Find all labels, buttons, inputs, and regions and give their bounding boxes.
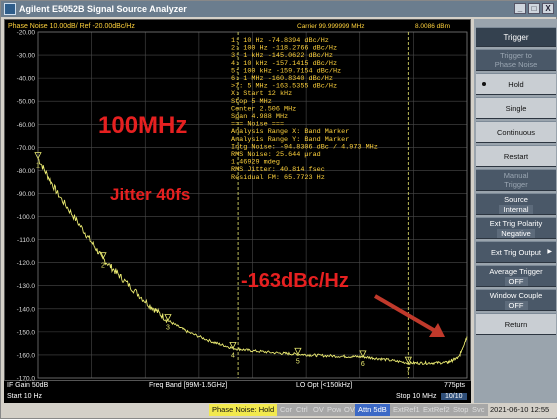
window-title: Agilent E5052B Signal Source Analyzer	[19, 4, 187, 14]
marker-readout-line: Residual FM: 65.7723 Hz	[231, 174, 325, 182]
svc-status: Svc	[469, 404, 488, 416]
softkey-menu: Trigger Trigger to Phase Noise Hold Sing…	[474, 19, 557, 403]
single-button[interactable]: Single	[476, 97, 556, 119]
marker-label: 7	[406, 367, 410, 374]
carrier-label: Carrier 99.999999 MHz	[297, 23, 365, 30]
extref1-status: ExtRef1	[390, 404, 423, 416]
y-tick-label: -30.00	[17, 53, 36, 60]
restart-button[interactable]: Restart	[476, 145, 556, 167]
source-label: Source	[504, 194, 528, 204]
marker-label: 5	[296, 358, 300, 365]
source-button[interactable]: Source Internal	[476, 193, 556, 215]
marker-label: 4	[231, 352, 235, 359]
title-bar: Agilent E5052B Signal Source Analyzer _ …	[1, 1, 557, 17]
ext-trig-polarity-button[interactable]: Ext Trig Polarity Negative	[476, 217, 556, 239]
carrier-power-label: 8.0086 dBm	[415, 23, 450, 30]
y-tick-label: -130.0	[17, 283, 36, 290]
phase-noise-chart: Phase Noise 10.00dB/ Ref -20.00dBc/Hz Car…	[8, 23, 468, 382]
minimize-button[interactable]: _	[514, 3, 526, 14]
freq-annotation: 100MHz	[98, 112, 187, 139]
ctrl-status: Ctrl	[293, 404, 311, 416]
floor-annotation: -163dBc/Hz	[241, 270, 349, 292]
y-tick-label: -80.00	[17, 168, 36, 175]
ext-trig-output-label: Ext Trig Output	[490, 247, 542, 257]
phase-noise-display[interactable]: Phase Noise 10.00dB/ Ref -20.00dBc/Hz Car…	[4, 19, 471, 382]
start-freq-label: Start 10 Hz	[7, 393, 43, 400]
y-tick-label: -110.0	[17, 237, 35, 244]
marker-label: 6	[361, 361, 365, 368]
attn-status: Attn 5dB	[355, 404, 390, 416]
mode-status: Phase Noise: Hold	[209, 404, 278, 416]
y-tick-label: -60.00	[17, 122, 36, 129]
softkey-title: Trigger	[476, 27, 556, 47]
y-tick-label: -50.00	[17, 99, 36, 106]
ext-trig-output-button[interactable]: Ext Trig Output ▶	[476, 241, 556, 263]
y-tick-label: -20.00	[17, 30, 36, 37]
average-trigger-button[interactable]: Average Trigger OFF	[476, 265, 556, 287]
selected-dot-icon	[482, 82, 486, 86]
y-tick-label: -150.0	[17, 329, 36, 336]
status-row-1: IF Gain 50dB Freq Band [99M-1.5GHz] LO O…	[4, 381, 471, 392]
y-tick-label: -40.00	[17, 76, 36, 83]
analyzer-window: Agilent E5052B Signal Source Analyzer _ …	[0, 0, 557, 419]
y-tick-label: -140.0	[17, 306, 36, 313]
if-gain-label: IF Gain 50dB	[7, 382, 49, 389]
stop-freq-label: Stop 10 MHz	[396, 393, 437, 400]
y-tick-label: -100.0	[17, 214, 36, 221]
app-logo-icon	[4, 3, 16, 15]
submenu-arrow-icon: ▶	[547, 248, 552, 255]
polarity-label: Ext Trig Polarity	[489, 218, 543, 228]
trigger-to-phase-noise-button[interactable]: Trigger to Phase Noise	[476, 49, 556, 71]
window-couple-value: OFF	[504, 300, 528, 310]
instrument-status-bar: Phase Noise: Hold Cor Ctrl OV Pow OV Att…	[1, 403, 557, 417]
return-button[interactable]: Return	[476, 313, 556, 335]
continuous-button[interactable]: Continuous	[476, 121, 556, 143]
y-tick-label: -70.00	[17, 145, 36, 152]
status-row-2: Start 10 Hz Stop 10 MHz 10/10	[4, 392, 471, 403]
avg-trigger-value: OFF	[504, 276, 528, 286]
close-button[interactable]: X	[542, 3, 554, 14]
marker-label: 1	[36, 162, 40, 169]
annotation-arrow-shaft	[373, 294, 439, 334]
maximize-button[interactable]: □	[528, 3, 540, 14]
marker-label: 3	[166, 324, 170, 331]
window-couple-button[interactable]: Window Couple OFF	[476, 289, 556, 311]
hold-label: Hold	[508, 79, 524, 89]
points-label: 775pts	[444, 382, 466, 389]
avg-trigger-label: Average Trigger	[489, 266, 543, 276]
extref2-status: ExtRef2	[420, 404, 453, 416]
window-couple-label: Window Couple	[489, 290, 543, 300]
hold-button[interactable]: Hold	[476, 73, 556, 95]
avg-count-label: 10/10	[441, 393, 467, 400]
lo-opt-label: LO Opt [<150kHz]	[296, 382, 353, 389]
marker-label: 2	[101, 263, 105, 270]
marker-triangle	[359, 350, 367, 358]
freq-band-label: Freq Band [99M-1.5GHz]	[149, 382, 228, 389]
source-value: Internal	[499, 204, 533, 214]
polarity-value: Negative	[497, 228, 535, 238]
jitter-annotation: Jitter 40fs	[110, 185, 190, 204]
manual-trigger-button[interactable]: Manual Trigger	[476, 169, 556, 191]
y-tick-label: -120.0	[17, 260, 36, 267]
y-tick-label: -90.00	[17, 191, 36, 198]
y-tick-label: -160.0	[17, 352, 36, 359]
datetime: 2021-06-10 12:55	[490, 405, 550, 414]
